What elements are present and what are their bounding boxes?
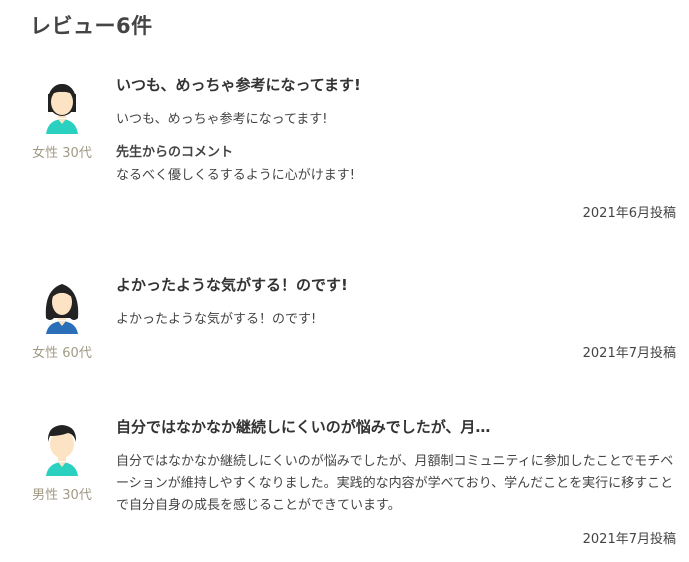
reviews-heading: レビュー6件	[30, 14, 153, 38]
teacher-comment-label: 先生からのコメント	[116, 145, 234, 160]
review-title: よかったような気がする！のです!	[116, 276, 348, 294]
female-avatar-icon	[46, 84, 78, 134]
reviewer-info: 男性 30代	[24, 420, 100, 503]
review-date: 2021年6月投稿	[582, 206, 676, 221]
review-title: 自分ではなかなか継続しにくいのが悩みでしたが、月…	[116, 418, 491, 436]
reviewer-info: 女性 30代	[24, 78, 100, 161]
review-body: 自分ではなかなか継続しにくいのが悩みでしたが、月額制コミュニティに参加したことで…	[116, 454, 674, 513]
reviewer-info: 女性 60代	[24, 278, 100, 361]
review-content: よかったような気がする！のです! よかったような気がする！のです!	[116, 274, 678, 331]
review-body: いつも、めっちゃ参考になってます!	[116, 112, 328, 127]
reviews-section: レビュー6件 女性 30代 いつも、めっちゃ参考になってます! いつも、めっちゃ…	[0, 0, 689, 562]
review-body: よかったような気がする！のです!	[116, 312, 317, 327]
review-title: いつも、めっちゃ参考になってます!	[116, 76, 361, 94]
review-date: 2021年7月投稿	[582, 346, 676, 361]
review-content: いつも、めっちゃ参考になってます! いつも、めっちゃ参考になってます! 先生から…	[116, 74, 678, 183]
reviewer-demographic: 男性 30代	[32, 488, 92, 503]
review-item: 女性 30代 いつも、めっちゃ参考になってます! いつも、めっちゃ参考になってま…	[0, 74, 689, 234]
review-item: 男性 30代 自分ではなかなか継続しにくいのが悩みでしたが、月… 自分ではなかな…	[0, 416, 689, 556]
review-item: 女性 60代 よかったような気がする！のです! よかったような気がする！のです!…	[0, 274, 689, 374]
male-avatar-icon	[46, 425, 78, 476]
reviewer-demographic: 女性 30代	[32, 146, 92, 161]
teacher-comment: なるべく優しくるするように心がけます!	[116, 168, 355, 183]
female-avatar-icon	[45, 284, 79, 334]
review-content: 自分ではなかなか継続しにくいのが悩みでしたが、月… 自分ではなかなか継続しにくい…	[116, 416, 678, 517]
reviewer-demographic: 女性 60代	[32, 346, 92, 361]
review-date: 2021年7月投稿	[582, 532, 676, 547]
